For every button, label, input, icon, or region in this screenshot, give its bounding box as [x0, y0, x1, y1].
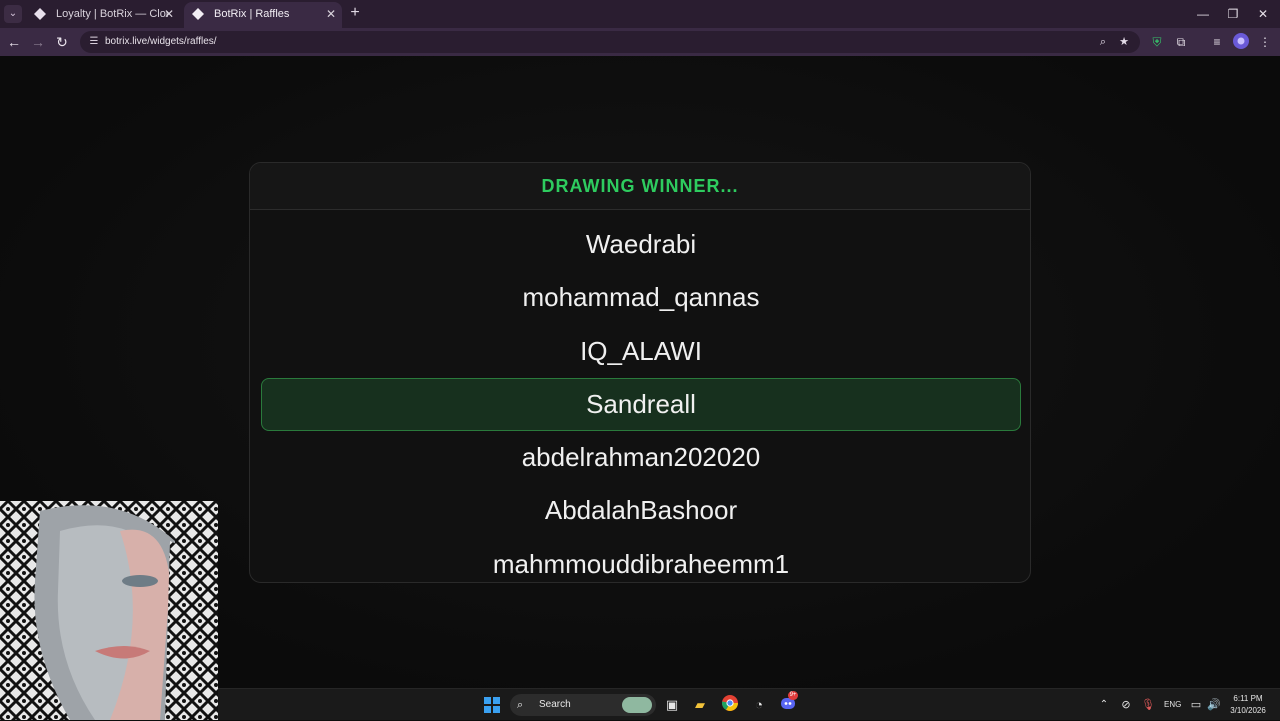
webcam-overlay: [0, 501, 218, 720]
search-label: Search: [539, 699, 571, 710]
system-clock[interactable]: 6:11 PM 3/10/2026: [1226, 693, 1270, 717]
url-text[interactable]: botrix.live/widgets/raffles/: [105, 31, 217, 53]
file-explorer-icon[interactable]: ▰: [690, 695, 710, 715]
show-hidden-icons-chevron-icon[interactable]: ⌃: [1094, 695, 1114, 715]
chrome-icon[interactable]: [720, 695, 740, 715]
clock-time: 6:11 PM: [1233, 694, 1263, 703]
entrant-name: Waedrabi: [585, 229, 697, 259]
entrant-name: abdelrahman202020: [521, 442, 761, 473]
media-controls-icon[interactable]: ≡: [1208, 33, 1226, 51]
raffle-header: DRAWING WINNER...: [250, 163, 1030, 210]
botrix-favicon-icon: [192, 8, 204, 20]
new-tab-icon[interactable]: +: [346, 4, 364, 22]
browser-tabstrip: ⌄ Loyalty | BotRix — Cloud Stream ✕ BotR…: [0, 0, 1280, 28]
botrix-favicon-icon: [34, 8, 46, 20]
webcam-image: [0, 501, 218, 720]
close-tab-icon[interactable]: ✕: [326, 2, 336, 26]
language-indicator[interactable]: ENG: [1164, 689, 1181, 721]
entrant-name: AbdalahBashoor: [544, 495, 738, 526]
zoom-icon[interactable]: ⌕: [1095, 34, 1111, 50]
entrant-name-highlighted: Sandreall: [261, 377, 1021, 432]
bookmark-star-icon[interactable]: ★: [1116, 34, 1132, 50]
display-icon[interactable]: ▭: [1186, 695, 1206, 715]
browser-toolbar: ← → ↻ ☰ botrix.live/widgets/raffles/ ⌕ ★…: [0, 28, 1280, 56]
close-tab-icon[interactable]: ✕: [164, 2, 174, 26]
taskbar-search[interactable]: ⌕ Search: [510, 694, 656, 716]
address-bar[interactable]: ☰ botrix.live/widgets/raffles/ ⌕ ★: [80, 31, 1140, 53]
app-icon[interactable]: ◔: [749, 695, 769, 715]
minimize-icon[interactable]: —: [1188, 4, 1218, 24]
close-window-icon[interactable]: ✕: [1248, 4, 1278, 24]
entrant-name: mohammad_qannas: [522, 282, 760, 313]
volume-icon[interactable]: 🔊: [1204, 695, 1224, 715]
clock-date: 3/10/2026: [1230, 706, 1266, 715]
tab-search-chevron-icon[interactable]: ⌄: [4, 5, 22, 23]
entrant-name: IQ_ALAWI: [580, 335, 702, 366]
tab-loyalty[interactable]: Loyalty | BotRix — Cloud Stream ✕: [26, 2, 180, 28]
discord-icon[interactable]: 9+: [778, 691, 798, 715]
entrant-name: mahmmouddibraheemm1: [492, 548, 790, 579]
tab-title: BotRix | Raffles: [214, 8, 290, 20]
tab-title: Loyalty | BotRix — Cloud Stream: [56, 8, 168, 20]
profile-avatar-icon[interactable]: [1232, 33, 1250, 51]
entrant-list: Waedrabi mohammad_qannas IQ_ALAWI Sandre…: [250, 218, 1030, 582]
tab-raffles[interactable]: BotRix | Raffles ✕: [184, 2, 342, 28]
raffle-widget: DRAWING WINNER... Waedrabi mohammad_qann…: [249, 162, 1031, 583]
restore-icon[interactable]: ❐: [1218, 4, 1248, 24]
reload-icon[interactable]: ↻: [52, 32, 72, 52]
back-icon[interactable]: ←: [4, 32, 24, 52]
forward-icon[interactable]: →: [28, 32, 48, 52]
network-off-icon[interactable]: ⊘: [1116, 695, 1136, 715]
site-info-icon[interactable]: ☰: [86, 34, 102, 50]
microphone-icon[interactable]: 🎙: [1138, 695, 1158, 715]
search-highlight-art: [622, 697, 652, 713]
menu-kebab-icon[interactable]: ⋮: [1256, 33, 1274, 51]
search-icon: ⌕: [517, 699, 524, 711]
windows-taskbar: ⌕ Search ▣ ▰ ◔ 9+ ⌃ ⊘ 🎙 ENG ▭ 🔊 6:11 PM …: [218, 688, 1280, 720]
shield-extension-icon[interactable]: ⛨: [1148, 33, 1166, 51]
notification-badge: 9+: [788, 691, 798, 700]
raffle-status: DRAWING WINNER...: [541, 176, 739, 196]
task-view-icon[interactable]: ▣: [662, 695, 682, 715]
windows-start-icon[interactable]: [484, 697, 500, 713]
extensions-puzzle-icon[interactable]: ⧉: [1172, 33, 1190, 51]
